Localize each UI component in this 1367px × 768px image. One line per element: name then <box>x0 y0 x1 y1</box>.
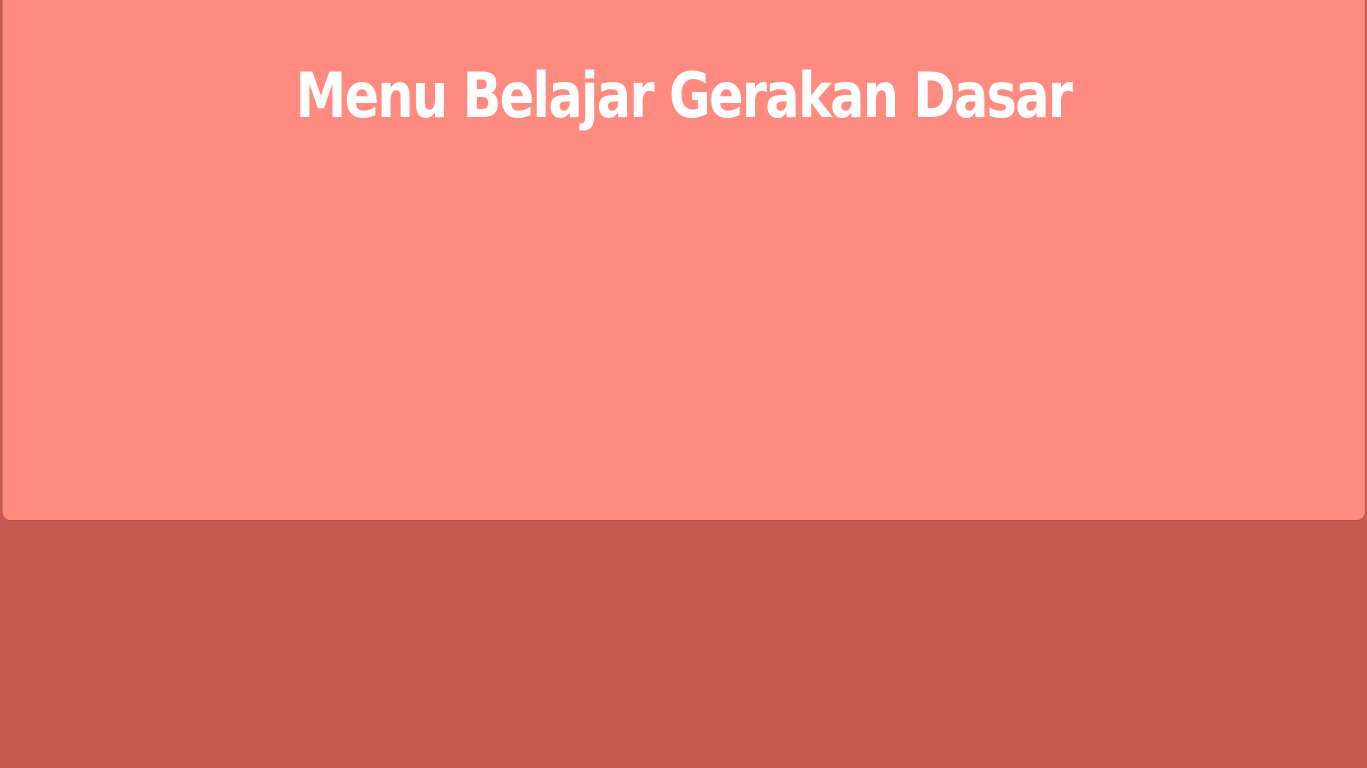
page-title: Menu Belajar Gerakan Dasar <box>295 59 1073 132</box>
header-panel: Menu Belajar Gerakan Dasar <box>2 0 1365 520</box>
app-screen: Menu Belajar Gerakan Dasar <box>0 0 1367 768</box>
